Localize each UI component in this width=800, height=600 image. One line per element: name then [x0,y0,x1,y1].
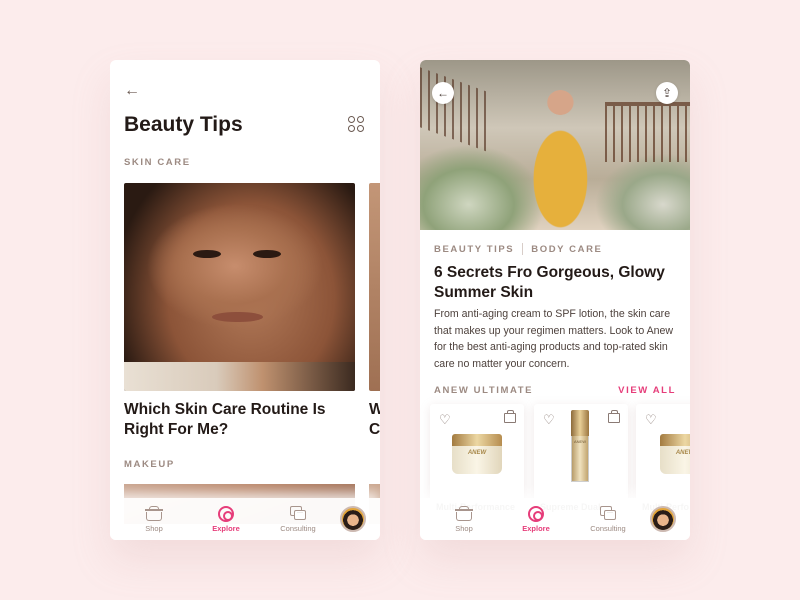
share-button[interactable]: ⇪ [656,82,678,104]
section-label-skin-care: SKIN CARE [124,157,191,168]
product-image: ANEW [660,434,690,474]
share-icon: ⇪ [661,86,673,100]
chat-icon: ··· [289,505,307,522]
staircase-railing [420,67,490,153]
basket-icon [455,505,473,522]
tab-label: Consulting [590,523,626,533]
next-article-title[interactable]: WC [369,400,380,440]
tag-body-care[interactable]: BODY CARE [531,244,602,255]
back-arrow-icon[interactable]: ← [124,82,140,100]
product-brand: ANEW [452,446,502,474]
tab-label: Shop [145,523,163,533]
back-button[interactable]: ← [432,82,454,104]
article-detail-screen: ← ⇪ BEAUTY TIPS BODY CARE 6 Secrets Fro … [420,60,690,540]
tab-label: Shop [455,523,473,533]
section-label-makeup: MAKEUP [124,459,175,470]
tab-label: Consulting [280,523,316,533]
profile-avatar[interactable] [340,506,366,532]
article-tags: BEAUTY TIPS BODY CARE [434,243,602,255]
tab-shop[interactable]: Shop [434,505,494,533]
tab-label: Explore [212,523,240,533]
basket-icon [145,505,163,522]
next-article-image[interactable] [369,183,380,391]
collection-label: ANEW ULTIMATE [434,385,534,396]
view-all-link[interactable]: VIEW ALL [618,385,676,396]
page-title: Beauty Tips [124,113,243,136]
tab-shop[interactable]: Shop [124,505,184,533]
product-image: ANEW [571,410,589,482]
heart-icon[interactable]: ♡ [543,412,555,428]
chat-dots: ··· [604,509,616,520]
explore-icon [217,505,235,522]
tab-bar: Shop Explore ··· Consulting [420,498,690,540]
grid-view-icon[interactable] [348,116,364,132]
product-image: ANEW [452,434,502,474]
hero-image [420,60,690,230]
tab-consulting[interactable]: ··· Consulting [268,505,328,533]
product-row-header: ANEW ULTIMATE VIEW ALL [434,385,676,396]
chat-dots: ··· [294,509,306,520]
explore-icon [527,505,545,522]
tag-divider [522,243,524,255]
chat-icon: ··· [599,505,617,522]
tab-label: Explore [522,523,550,533]
article-title: 6 Secrets Fro Gorgeous, Glowy Summer Ski… [434,264,665,301]
tab-consulting[interactable]: ··· Consulting [578,505,638,533]
tag-beauty-tips[interactable]: BEAUTY TIPS [434,244,514,255]
peek-title-line: W [369,401,380,418]
heart-icon[interactable]: ♡ [439,412,451,428]
product-brand: ANEW [660,446,690,474]
add-to-bag-icon[interactable] [608,410,620,423]
tab-explore[interactable]: Explore [506,505,566,533]
add-to-bag-icon[interactable] [504,410,516,423]
article-body: From anti-aging cream to SPF lotion, the… [434,308,674,370]
beauty-tips-screen: ← Beauty Tips SKIN CARE Which Skin Care … [110,60,380,540]
profile-avatar[interactable] [650,506,676,532]
balcony-railing [605,102,690,162]
tab-explore[interactable]: Explore [196,505,256,533]
back-arrow-icon: ← [437,86,449,100]
article-image[interactable] [124,183,355,391]
product-brand: ANEW [571,436,589,482]
heart-icon[interactable]: ♡ [645,412,657,428]
article-title[interactable]: Which Skin Care Routine Is Right For Me? [124,400,354,440]
peek-title-line: C [369,421,380,438]
tab-bar: Shop Explore ··· Consulting [110,498,380,540]
